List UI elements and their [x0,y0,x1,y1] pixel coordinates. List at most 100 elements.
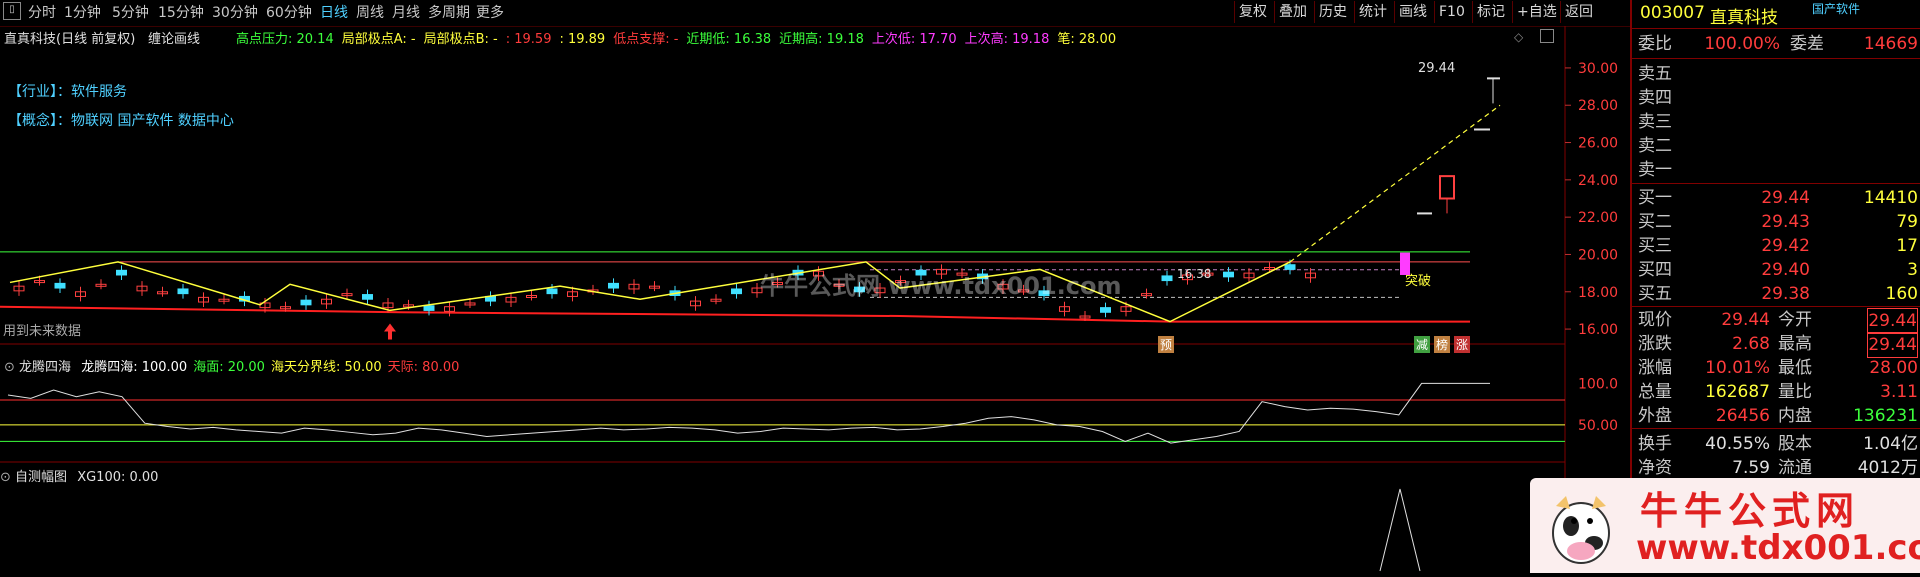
buy-volume: 160 [1885,284,1918,304]
toolbar-button-4[interactable]: 画线 [1394,1,1431,23]
sub2-toggle-icon[interactable]: ⊙ [0,470,11,485]
sub1-legend: 龙腾四海: 100.00 海面: 20.00 海天分界线: 50.00 天际: 80.… [75,360,459,375]
sub1-toggle-icon[interactable]: ⊙ [4,360,15,375]
period-tab-0[interactable]: 分时 [28,3,56,23]
toolbar-button-2[interactable]: 历史 [1314,1,1351,23]
stat-value: 162687 [1705,382,1770,402]
diamond-icon[interactable]: ◇ [1514,30,1523,44]
buy-volume: 79 [1896,212,1918,232]
period-tab-10[interactable]: 更多 [476,3,504,23]
logo-title: 牛牛公式网 [1640,489,1861,533]
logo-url: www.tdx001.com [1636,528,1920,568]
buy-volume: 3 [1907,260,1918,280]
period-tab-9[interactable]: 多周期 [428,3,470,23]
divider [1632,306,1920,307]
indicator-name[interactable]: 缠论画线 [148,28,200,47]
stat-label-2: 最低 [1778,358,1812,378]
buy-row[interactable]: 买二 29.43 79 [1638,210,1920,234]
buy-row[interactable]: 买四 29.40 3 [1638,258,1920,282]
expand-icon[interactable] [1540,29,1554,43]
sell-label: 卖五 [1638,64,1672,84]
price-tick-label: 24.00 [1578,173,1618,189]
period-tab-2[interactable]: 5分钟 [112,3,149,23]
chart-area[interactable]: 30.00 28.00 26.00 24.00 22.00 20.00 18.00 16.00… [0,26,1630,573]
weibi-value: 100.00% [1704,34,1780,54]
yu-badge: 预 [1158,336,1175,353]
zhang-badge: 涨 [1454,336,1471,353]
price-tick-label: 18.00 [1578,285,1618,301]
stat-row: 现价 29.44 今开 29.44 [1638,308,1920,334]
stat-value: 26456 [1715,406,1770,426]
sub1-header: ⊙ 龙腾四海 龙腾四海: 100.00 海面: 20.00 海天分界线: 50.00… [4,356,459,375]
period-tab-6[interactable]: 日线 [320,3,348,23]
buy-volume: 17 [1896,236,1918,256]
sell-row[interactable]: 卖一 [1638,158,1920,182]
legend-item-3: : 19.59 [505,32,552,47]
stat-label: 现价 [1638,310,1672,330]
candle-body [116,269,127,276]
price-tick-label: 22.00 [1578,210,1618,226]
weibi-label: 委比 [1638,34,1672,54]
divider [1632,428,1920,429]
toolbar-button-1[interactable]: 叠加 [1274,1,1311,23]
candle-body [300,299,312,306]
period-tab-7[interactable]: 周线 [356,3,384,23]
buy-label: 买一 [1638,188,1672,208]
period-tab-5[interactable]: 60分钟 [266,3,312,23]
candle-body [1223,271,1234,278]
chart-title: 直真科技(日线 前复权) [4,32,136,47]
sub1-name[interactable]: 龙腾四海 [19,360,71,375]
stat-label: 涨幅 [1638,358,1672,378]
buy-row[interactable]: 买一 29.44 14410 [1638,186,1920,210]
support-curve [0,305,1470,323]
legend-item-1: 局部极点A: - [341,32,416,47]
toolbar-button-6[interactable]: 标记 [1472,1,1509,23]
legend-item-0: 高点压力: 20.14 [236,32,334,47]
candle-body [177,288,189,295]
toolbar-button-3[interactable]: 统计 [1354,1,1391,23]
sell-label: 卖一 [1638,160,1672,180]
period-tab-8[interactable]: 月线 [392,3,420,23]
buy-volume: 14410 [1863,188,1918,208]
stat2-row: 换手 40.55% 股本 1.04亿 [1638,432,1920,456]
buy-label: 买五 [1638,284,1672,304]
candle-body [546,288,558,295]
stat-value-2: 28.00 [1869,358,1918,378]
limit-candle [1439,175,1455,200]
price-tick-label: 26.00 [1578,136,1618,152]
toolbar-button-8[interactable]: 返回 [1560,1,1597,23]
breakout-label: 突破 [1405,274,1432,289]
cow-logo-icon [1552,496,1610,564]
industry-value: 软件服务 [71,84,127,100]
toolbar-menu-icon[interactable]: ▯ [3,2,21,20]
stat-row: 外盘 26456 内盘 136231 [1638,404,1920,428]
buy-label: 买四 [1638,260,1672,280]
future-data-note: 用到未来数据 [3,324,82,339]
buy-price: 29.42 [1761,236,1810,256]
stat-value-2: 136231 [1853,406,1918,426]
stat-value-2: 3.11 [1880,382,1918,402]
period-tab-4[interactable]: 30分钟 [212,3,258,23]
toolbar-button-5[interactable]: F10 [1434,1,1469,23]
buy-row[interactable]: 买五 29.38 160 [1638,282,1920,306]
stat-label-2: 量比 [1778,382,1812,402]
toolbar-button-7[interactable]: +自选 [1512,1,1561,23]
sell-row[interactable]: 卖三 [1638,110,1920,134]
sell-row[interactable]: 卖五 [1638,62,1920,86]
buy-price: 29.40 [1761,260,1810,280]
stat-value: 2.68 [1732,334,1770,354]
industry-line: 【行业】：软件服务 [8,81,127,101]
price-tick-label: 20.00 [1578,247,1618,263]
candle-body [54,282,66,289]
toolbar-button-0[interactable]: 复权 [1234,1,1271,23]
sell-label: 卖四 [1638,88,1672,108]
stock-tag[interactable]: 国产软件 [1812,0,1860,17]
period-tab-3[interactable]: 15分钟 [158,3,204,23]
price-tick-label: 16.00 [1578,322,1618,338]
sell-row[interactable]: 卖二 [1638,134,1920,158]
buy-row[interactable]: 买三 29.42 17 [1638,234,1920,258]
sell-row[interactable]: 卖四 [1638,86,1920,110]
period-tab-1[interactable]: 1分钟 [64,3,101,23]
sub2-name[interactable]: 自测幅图 [15,470,67,485]
sell-label: 卖三 [1638,112,1672,132]
